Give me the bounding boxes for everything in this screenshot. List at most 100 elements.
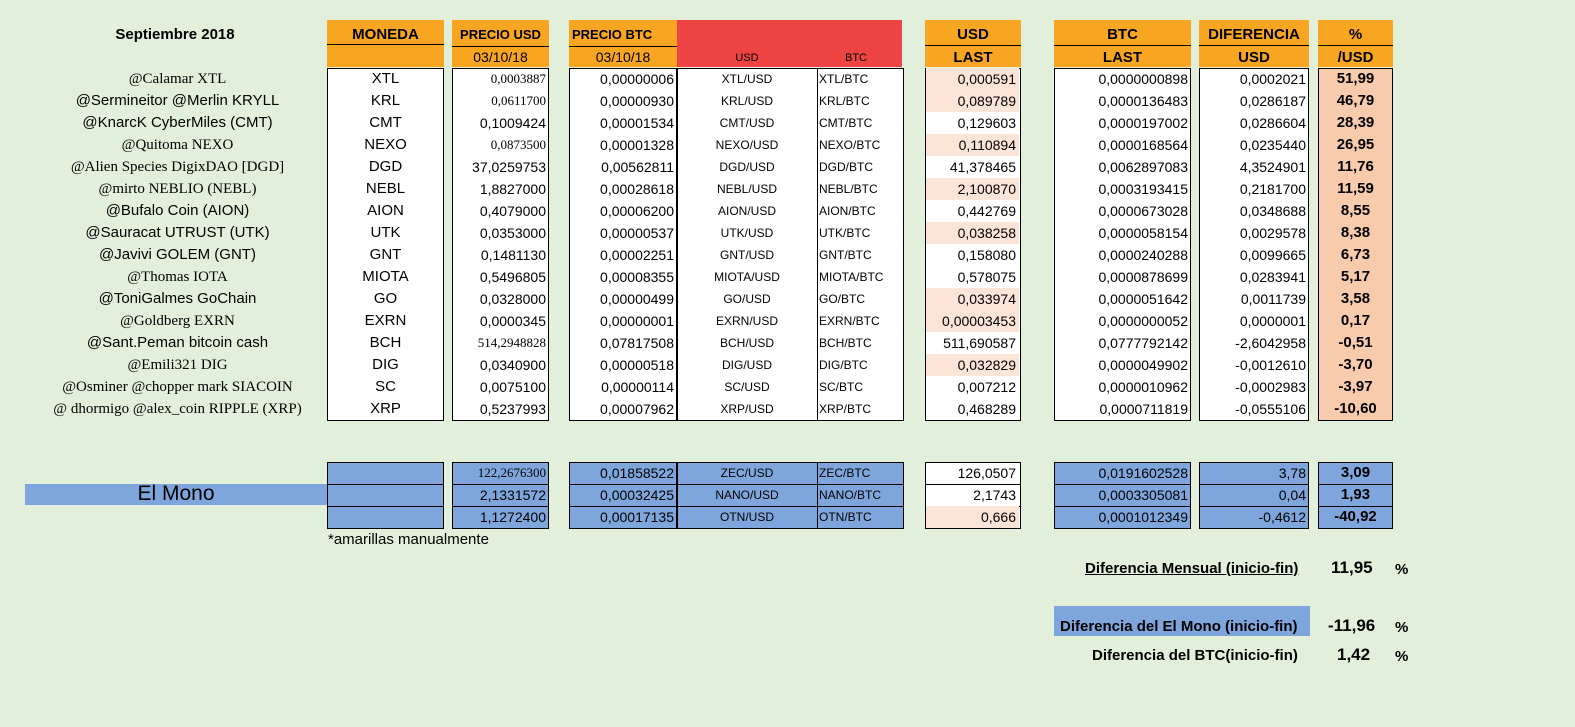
- pct-cell[interactable]: -3,97: [1318, 376, 1393, 398]
- pct-cell[interactable]: 8,38: [1318, 222, 1393, 244]
- mono-usd-last-cell[interactable]: 126,0507: [926, 462, 1019, 484]
- pair-btc-cell[interactable]: KRL/BTC: [817, 90, 902, 112]
- pct-cell[interactable]: 6,73: [1318, 244, 1393, 266]
- pair-usd-cell[interactable]: DIG/USD: [677, 354, 817, 376]
- usd-last-cell[interactable]: 0,038258: [926, 222, 1019, 244]
- usd-last-cell[interactable]: 0,007212: [926, 376, 1019, 398]
- precio-usd-cell[interactable]: 0,0340900: [452, 354, 549, 376]
- usd-last-cell[interactable]: 0,00003453: [926, 310, 1019, 332]
- mono-dif-cell[interactable]: -0,4612: [1199, 506, 1309, 528]
- usd-last-cell[interactable]: 511,690587: [926, 332, 1019, 354]
- dif-cell[interactable]: 0,0286604: [1199, 112, 1309, 134]
- pct-cell[interactable]: -0,51: [1318, 332, 1393, 354]
- pct-cell[interactable]: 46,79: [1318, 90, 1393, 112]
- coin-cell[interactable]: SC: [327, 376, 444, 398]
- btc-last-cell[interactable]: 0,0000240288: [1054, 244, 1191, 266]
- pair-btc-cell[interactable]: UTK/BTC: [817, 222, 902, 244]
- coin-cell[interactable]: XRP: [327, 398, 444, 420]
- precio-btc-cell[interactable]: 0,00000930: [569, 90, 677, 112]
- mono-pct-cell[interactable]: 3,09: [1318, 462, 1393, 484]
- pct-cell[interactable]: -10,60: [1318, 398, 1393, 420]
- dif-cell[interactable]: -0,0002983: [1199, 376, 1309, 398]
- precio-usd-cell[interactable]: 0,1009424: [452, 112, 549, 134]
- dif-cell[interactable]: 0,0000001: [1199, 310, 1309, 332]
- pair-usd-cell[interactable]: CMT/USD: [677, 112, 817, 134]
- mono-precio-usd-cell[interactable]: 122,2676300: [452, 462, 549, 484]
- pair-btc-cell[interactable]: XRP/BTC: [817, 398, 902, 420]
- pair-usd-cell[interactable]: DGD/USD: [677, 156, 817, 178]
- mono-usd-last-cell[interactable]: 2,1743: [926, 484, 1019, 506]
- pct-cell[interactable]: 26,95: [1318, 134, 1393, 156]
- mono-precio-btc-cell[interactable]: 0,00017135: [569, 506, 677, 528]
- precio-btc-cell[interactable]: 0,00000006: [569, 68, 677, 90]
- pair-usd-cell[interactable]: NEBL/USD: [677, 178, 817, 200]
- coin-cell[interactable]: UTK: [327, 222, 444, 244]
- pct-cell[interactable]: 0,17: [1318, 310, 1393, 332]
- pct-cell[interactable]: -3,70: [1318, 354, 1393, 376]
- coin-cell[interactable]: DGD: [327, 156, 444, 178]
- usd-last-cell[interactable]: 0,578075: [926, 266, 1019, 288]
- precio-btc-cell[interactable]: 0,00007962: [569, 398, 677, 420]
- pct-cell[interactable]: 3,58: [1318, 288, 1393, 310]
- mono-precio-usd-cell[interactable]: 2,1331572: [452, 484, 549, 506]
- btc-last-cell[interactable]: 0,0000711819: [1054, 398, 1191, 420]
- usd-last-cell[interactable]: 0,158080: [926, 244, 1019, 266]
- pair-btc-cell[interactable]: BCH/BTC: [817, 332, 902, 354]
- usd-last-cell[interactable]: 2,100870: [926, 178, 1019, 200]
- coin-cell[interactable]: GNT: [327, 244, 444, 266]
- usd-last-cell[interactable]: 0,129603: [926, 112, 1019, 134]
- pair-btc-cell[interactable]: CMT/BTC: [817, 112, 902, 134]
- mono-precio-usd-cell[interactable]: 1,1272400: [452, 506, 549, 528]
- pair-usd-cell[interactable]: XRP/USD: [677, 398, 817, 420]
- btc-last-cell[interactable]: 0,0777792142: [1054, 332, 1191, 354]
- btc-last-cell[interactable]: 0,0000673028: [1054, 200, 1191, 222]
- precio-btc-cell[interactable]: 0,00000114: [569, 376, 677, 398]
- btc-last-cell[interactable]: 0,0000049902: [1054, 354, 1191, 376]
- btc-last-cell[interactable]: 0,0000136483: [1054, 90, 1191, 112]
- coin-cell[interactable]: KRL: [327, 90, 444, 112]
- mono-pair-btc-cell[interactable]: OTN/BTC: [817, 506, 902, 528]
- coin-cell[interactable]: DIG: [327, 354, 444, 376]
- precio-usd-cell[interactable]: 514,2948828: [452, 332, 549, 354]
- mono-precio-btc-cell[interactable]: 0,01858522: [569, 462, 677, 484]
- mono-btc-last-cell[interactable]: 0,0191602528: [1054, 462, 1191, 484]
- pair-usd-cell[interactable]: MIOTA/USD: [677, 266, 817, 288]
- coin-cell[interactable]: CMT: [327, 112, 444, 134]
- pair-usd-cell[interactable]: KRL/USD: [677, 90, 817, 112]
- mono-pct-cell[interactable]: 1,93: [1318, 484, 1393, 506]
- mono-btc-last-cell[interactable]: 0,0003305081: [1054, 484, 1191, 506]
- precio-btc-cell[interactable]: 0,00000537: [569, 222, 677, 244]
- btc-last-cell[interactable]: 0,0000010962: [1054, 376, 1191, 398]
- mono-dif-cell[interactable]: 0,04: [1199, 484, 1309, 506]
- pair-btc-cell[interactable]: DIG/BTC: [817, 354, 902, 376]
- precio-btc-cell[interactable]: 0,00002251: [569, 244, 677, 266]
- usd-last-cell[interactable]: 0,089789: [926, 90, 1019, 112]
- precio-usd-cell[interactable]: 0,0075100: [452, 376, 549, 398]
- mono-btc-last-cell[interactable]: 0,0001012349: [1054, 506, 1191, 528]
- coin-cell[interactable]: BCH: [327, 332, 444, 354]
- usd-last-cell[interactable]: 0,032829: [926, 354, 1019, 376]
- precio-usd-cell[interactable]: 0,1481130: [452, 244, 549, 266]
- mono-pair-btc-cell[interactable]: NANO/BTC: [817, 484, 902, 506]
- pct-cell[interactable]: 8,55: [1318, 200, 1393, 222]
- coin-cell[interactable]: XTL: [327, 68, 444, 90]
- btc-last-cell[interactable]: 0,0000058154: [1054, 222, 1191, 244]
- btc-last-cell[interactable]: 0,0000000898: [1054, 68, 1191, 90]
- precio-usd-cell[interactable]: 0,0353000: [452, 222, 549, 244]
- pair-usd-cell[interactable]: XTL/USD: [677, 68, 817, 90]
- precio-btc-cell[interactable]: 0,00008355: [569, 266, 677, 288]
- btc-last-cell[interactable]: 0,0000878699: [1054, 266, 1191, 288]
- pair-usd-cell[interactable]: GNT/USD: [677, 244, 817, 266]
- precio-btc-cell[interactable]: 0,00001534: [569, 112, 677, 134]
- btc-last-cell[interactable]: 0,0000197002: [1054, 112, 1191, 134]
- precio-usd-cell[interactable]: 37,0259753: [452, 156, 549, 178]
- dif-cell[interactable]: 0,0029578: [1199, 222, 1309, 244]
- mono-precio-btc-cell[interactable]: 0,00032425: [569, 484, 677, 506]
- precio-usd-cell[interactable]: 1,8827000: [452, 178, 549, 200]
- pct-cell[interactable]: 5,17: [1318, 266, 1393, 288]
- precio-usd-cell[interactable]: 0,5237993: [452, 398, 549, 420]
- precio-usd-cell[interactable]: 0,0328000: [452, 288, 549, 310]
- usd-last-cell[interactable]: 0,033974: [926, 288, 1019, 310]
- dif-cell[interactable]: 0,0286187: [1199, 90, 1309, 112]
- dif-cell[interactable]: 0,0348688: [1199, 200, 1309, 222]
